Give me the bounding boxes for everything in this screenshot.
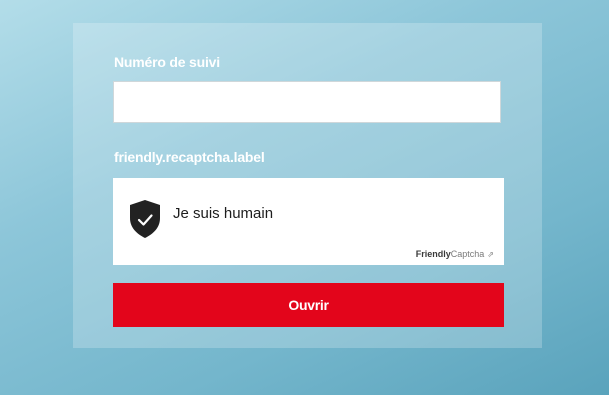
- tracking-number-input[interactable]: [113, 81, 501, 123]
- external-link-icon: ⇗: [487, 250, 494, 259]
- tracking-number-label: Numéro de suivi: [114, 54, 220, 70]
- captcha-widget[interactable]: Je suis humain FriendlyCaptcha ⇗: [113, 178, 504, 265]
- open-button[interactable]: Ouvrir: [113, 283, 504, 327]
- captcha-brand-link[interactable]: FriendlyCaptcha ⇗: [416, 249, 494, 259]
- captcha-brand-light: Captcha: [450, 249, 485, 259]
- shield-check-icon[interactable]: [128, 199, 162, 239]
- page-background: Numéro de suivi friendly.recaptcha.label…: [0, 0, 609, 395]
- captcha-status-text: Je suis humain: [173, 205, 274, 222]
- tracking-form-panel: Numéro de suivi friendly.recaptcha.label…: [73, 23, 542, 348]
- captcha-brand-strong: Friendly: [415, 249, 451, 259]
- captcha-label: friendly.recaptcha.label: [114, 149, 265, 165]
